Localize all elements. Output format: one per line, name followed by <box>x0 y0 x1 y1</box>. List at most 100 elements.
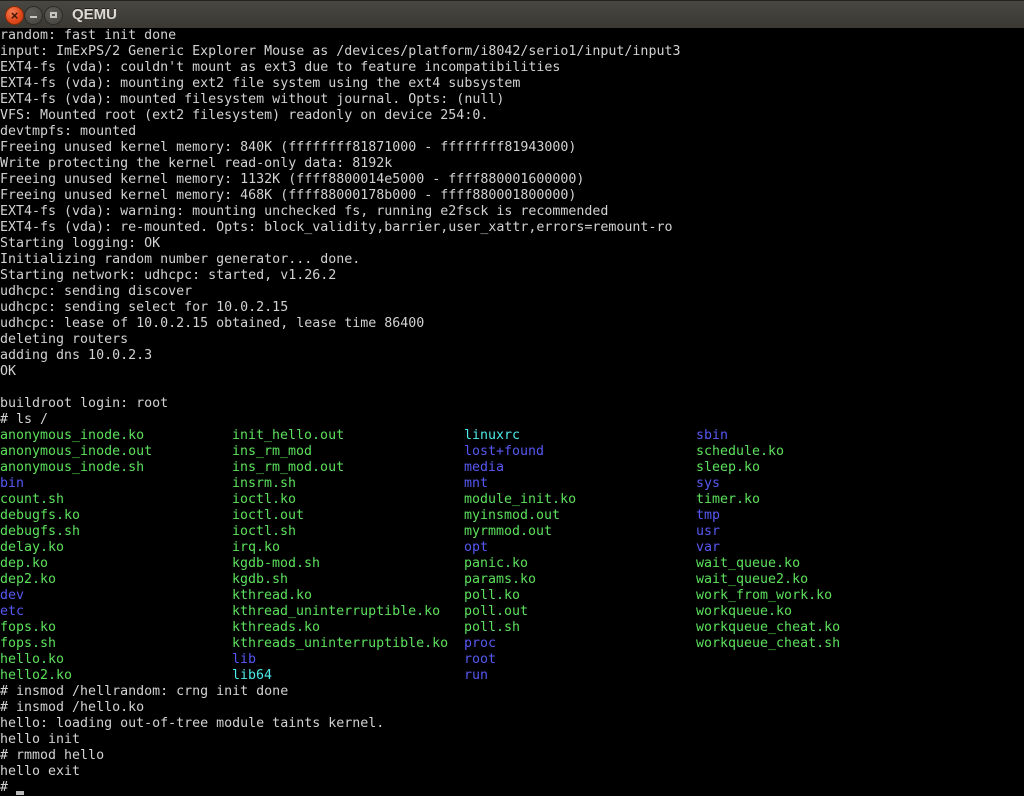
file-entry: init_hello.out <box>232 428 344 444</box>
minimize-icon <box>30 16 37 18</box>
file-entry: hello2.ko <box>0 668 72 684</box>
file-entry: ioctl.sh <box>232 524 296 540</box>
terminal-text: Starting logging: OK <box>0 236 160 251</box>
file-entry: dev <box>0 588 24 604</box>
close-button[interactable]: × <box>5 6 24 25</box>
terminal-screen[interactable]: random: fast init doneinput: ImExPS/2 Ge… <box>0 28 1024 796</box>
file-entry: mnt <box>464 476 488 492</box>
terminal-line: debugfs.shioctl.shmyrmmod.outusr <box>0 524 1024 540</box>
terminal-text: hello: loading out-of-tree module taints… <box>0 716 384 731</box>
terminal-line: udhcpc: sending discover <box>0 284 1024 300</box>
terminal-text: hello exit <box>0 764 80 779</box>
file-entry: module_init.ko <box>464 492 576 508</box>
file-entry: lost+found <box>464 444 544 460</box>
terminal-line: dep.kokgdb-mod.shpanic.kowait_queue.ko <box>0 556 1024 572</box>
file-entry: ioctl.ko <box>232 492 296 508</box>
file-entry: debugfs.sh <box>0 524 80 540</box>
file-entry: workqueue_cheat.sh <box>696 636 840 652</box>
file-entry: params.ko <box>464 572 536 588</box>
file-entry: hello.ko <box>0 652 64 668</box>
file-entry: opt <box>464 540 488 556</box>
file-entry: root <box>464 652 496 668</box>
file-entry: fops.sh <box>0 636 56 652</box>
terminal-line: hello.kolibroot <box>0 652 1024 668</box>
terminal-text: EXT4-fs (vda): mounting ext2 file system… <box>0 76 520 91</box>
terminal-line: hello: loading out-of-tree module taints… <box>0 716 1024 732</box>
file-entry: bin <box>0 476 24 492</box>
terminal-line: bininsrm.shmntsys <box>0 476 1024 492</box>
file-entry: ins_rm_mod <box>232 444 312 460</box>
terminal-line: # insmod /hellrandom: crng init done <box>0 684 1024 700</box>
terminal-line: Freeing unused kernel memory: 468K (ffff… <box>0 188 1024 204</box>
terminal-line: devtmpfs: mounted <box>0 124 1024 140</box>
file-entry: sys <box>696 476 720 492</box>
file-entry: fops.ko <box>0 620 56 636</box>
terminal-text: EXT4-fs (vda): re-mounted. Opts: block_v… <box>0 220 672 235</box>
file-entry: dep2.ko <box>0 572 56 588</box>
terminal-text: udhcpc: sending discover <box>0 284 192 299</box>
file-entry: wait_queue2.ko <box>696 572 808 588</box>
file-entry: kthread.ko <box>232 588 312 604</box>
terminal-line: OK <box>0 364 1024 380</box>
terminal-line: Freeing unused kernel memory: 840K (ffff… <box>0 140 1024 156</box>
terminal-line: EXT4-fs (vda): mounted filesystem withou… <box>0 92 1024 108</box>
file-entry: kgdb.sh <box>232 572 288 588</box>
file-entry: lib64 <box>232 668 272 684</box>
terminal-line: hello init <box>0 732 1024 748</box>
terminal-line: EXT4-fs (vda): warning: mounting uncheck… <box>0 204 1024 220</box>
file-entry: wait_queue.ko <box>696 556 800 572</box>
terminal-line: hello exit <box>0 764 1024 780</box>
terminal-text: EXT4-fs (vda): mounted filesystem withou… <box>0 92 504 107</box>
window-title: QEMU <box>72 1 117 29</box>
file-entry: poll.ko <box>464 588 520 604</box>
terminal-line: anonymous_inode.out ins_rm_mod lost+found s… <box>0 444 1024 460</box>
terminal-line: # insmod /hello.ko <box>0 700 1024 716</box>
file-entry: kthread_uninterruptible.ko <box>232 604 440 620</box>
terminal-line: # rmmod hello <box>0 748 1024 764</box>
file-entry: schedule.ko <box>696 444 784 460</box>
terminal-text: # insmod /hellrandom: crng init done <box>0 684 288 699</box>
file-entry: anonymous_inode.out <box>0 444 152 460</box>
file-entry: debugfs.ko <box>0 508 80 524</box>
file-entry: myinsmod.out <box>464 508 560 524</box>
file-entry: anonymous_inode.ko <box>0 428 144 444</box>
file-entry: anonymous_inode.sh <box>0 460 144 476</box>
file-entry: poll.out <box>464 604 528 620</box>
file-entry: proc <box>464 636 496 652</box>
qemu-window: × QEMU random: fast init doneinput: ImEx… <box>0 0 1024 796</box>
terminal-text: Freeing unused kernel memory: 1132K (fff… <box>0 172 584 187</box>
terminal-cursor <box>16 791 24 795</box>
terminal-line: VFS: Mounted root (ext2 filesystem) read… <box>0 108 1024 124</box>
file-entry: delay.ko <box>0 540 64 556</box>
terminal-line: debugfs.ko ioctl.out myinsmod.out tmp <box>0 508 1024 524</box>
window-titlebar: × QEMU <box>0 0 1024 28</box>
file-entry: kthreads_uninterruptible.ko <box>232 636 448 652</box>
maximize-button[interactable] <box>44 6 63 25</box>
terminal-line: fops.sh kthreads_uninterruptible.ko proc wo… <box>0 636 1024 652</box>
file-entry: count.sh <box>0 492 64 508</box>
terminal-text: random: fast init done <box>0 28 176 43</box>
terminal-text: udhcpc: lease of 10.0.2.15 obtained, lea… <box>0 316 424 331</box>
file-entry: media <box>464 460 504 476</box>
file-entry: run <box>464 668 488 684</box>
terminal-line: Initializing random number generator... … <box>0 252 1024 268</box>
close-icon: × <box>6 7 23 24</box>
file-entry: ioctl.out <box>232 508 304 524</box>
file-entry: linuxrc <box>464 428 520 444</box>
terminal-text: udhcpc: sending select for 10.0.2.15 <box>0 300 288 315</box>
terminal-line: EXT4-fs (vda): couldn't mount as ext3 du… <box>0 60 1024 76</box>
file-entry: poll.sh <box>464 620 520 636</box>
file-entry: workqueue.ko <box>696 604 792 620</box>
terminal-line <box>0 380 1024 396</box>
file-entry: myrmmod.out <box>464 524 552 540</box>
file-entry: sbin <box>696 428 728 444</box>
file-entry: tmp <box>696 508 720 524</box>
terminal-line: anonymous_inode.ko init_hello.out linuxrc s… <box>0 428 1024 444</box>
terminal-text: input: ImExPS/2 Generic Explorer Mouse a… <box>0 44 680 59</box>
file-entry: panic.ko <box>464 556 528 572</box>
file-entry: timer.ko <box>696 492 760 508</box>
minimize-button[interactable] <box>24 6 43 25</box>
file-entry: sleep.ko <box>696 460 760 476</box>
terminal-line: Freeing unused kernel memory: 1132K (fff… <box>0 172 1024 188</box>
terminal-line: etckthread_uninterruptible.kopoll.outwor… <box>0 604 1024 620</box>
